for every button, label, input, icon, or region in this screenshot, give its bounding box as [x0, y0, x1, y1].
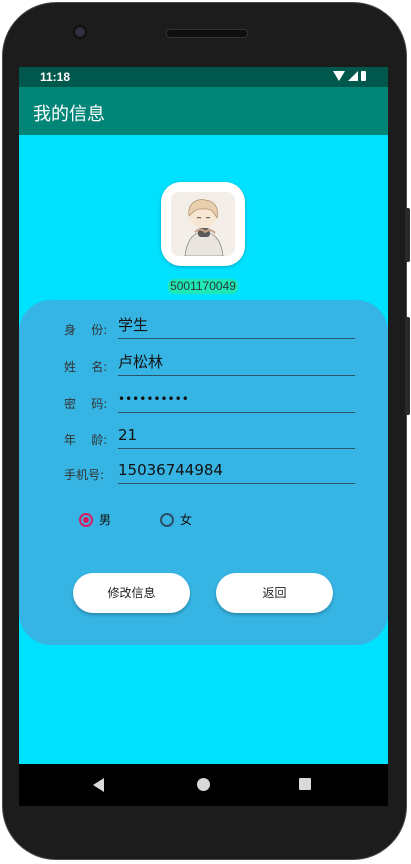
field-label: 年 龄: [64, 433, 108, 447]
phone-field[interactable]: 15036744984 [118, 457, 355, 484]
field-name: 姓 名: 卢松林 [19, 349, 388, 379]
user-id-label: 5001170049 [168, 279, 238, 294]
status-bar: 11:18 [19, 67, 388, 87]
volume-button [405, 208, 410, 262]
page-title: 我的信息 [33, 104, 105, 125]
signal-icon [348, 71, 358, 81]
avatar-illustration [171, 192, 235, 256]
field-label: 姓 名: [64, 360, 108, 374]
radio-label: 男 [99, 513, 112, 527]
back-button[interactable]: 返回 [216, 573, 333, 613]
field-label: 身 份: [64, 323, 108, 337]
recent-apps-icon[interactable] [299, 778, 311, 790]
power-button [405, 317, 410, 415]
navigation-bar [19, 764, 388, 806]
front-camera [75, 27, 85, 37]
avatar-image [171, 192, 235, 256]
edit-info-button[interactable]: 修改信息 [73, 573, 190, 613]
password-field[interactable]: •••••••••• [118, 386, 355, 413]
home-icon[interactable] [197, 778, 210, 791]
status-time: 11:18 [40, 70, 71, 84]
radio-female[interactable]: 女 [160, 511, 192, 528]
radio-unchecked-icon [160, 512, 174, 527]
avatar[interactable] [161, 182, 245, 266]
earpiece-speaker [166, 29, 248, 38]
app-screen: 11:18 我的信息 5001170049 身 份: 学生 姓 名: 卢松林 密… [19, 67, 388, 764]
radio-male[interactable]: 男 [79, 511, 111, 528]
status-icons [333, 71, 366, 81]
field-identity: 身 份: 学生 [19, 312, 388, 342]
field-label: 密 码: [64, 397, 108, 411]
wifi-icon [333, 71, 345, 81]
field-phone: 手机号: 15036744984 [19, 457, 388, 487]
field-label: 手机号: [64, 468, 105, 482]
field-age: 年 龄: 21 [19, 422, 388, 452]
phone-frame: 11:18 我的信息 5001170049 身 份: 学生 姓 名: 卢松林 密… [0, 0, 411, 864]
gender-radio-group: 男 女 [79, 511, 279, 531]
name-field[interactable]: 卢松林 [118, 349, 355, 376]
radio-checked-icon [79, 512, 93, 527]
app-bar: 我的信息 [19, 87, 388, 135]
identity-field[interactable]: 学生 [118, 312, 355, 339]
back-icon[interactable] [93, 778, 104, 792]
age-field[interactable]: 21 [118, 422, 355, 449]
battery-icon [361, 71, 366, 81]
profile-card: 身 份: 学生 姓 名: 卢松林 密 码: •••••••••• 年 龄: 21… [19, 300, 388, 645]
field-password: 密 码: •••••••••• [19, 386, 388, 416]
radio-label: 女 [180, 513, 193, 527]
